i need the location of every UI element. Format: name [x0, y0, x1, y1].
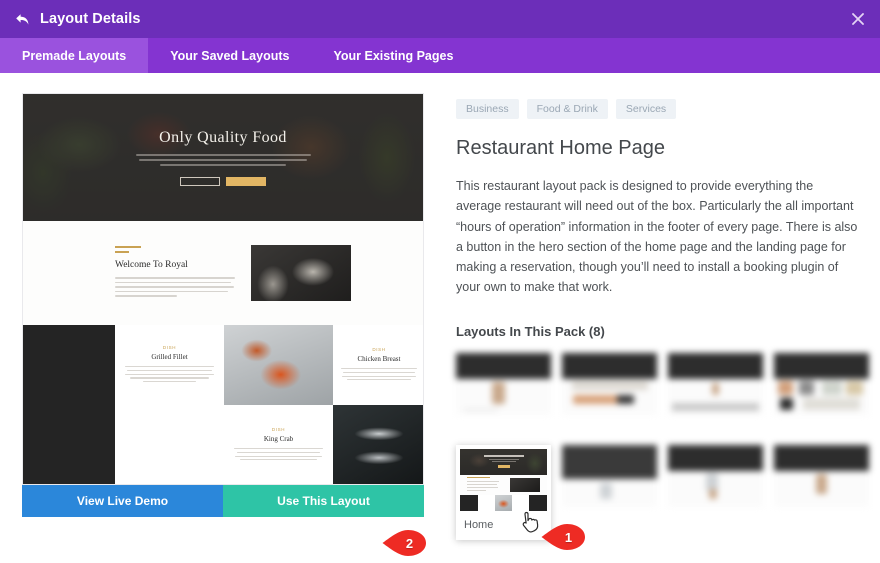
- layout-thumbnail-image: [562, 444, 657, 507]
- layout-thumbnail-label: [668, 507, 763, 524]
- view-live-demo-button[interactable]: View Live Demo: [22, 485, 223, 517]
- layout-pack-description: This restaurant layout pack is designed …: [456, 179, 858, 295]
- preview-welcome-eyebrow: [115, 246, 141, 249]
- layouts-in-pack-heading: Layouts In This Pack (8): [456, 323, 605, 339]
- modal-body: Only Quality Food Welcome To Royal DISH …: [0, 73, 880, 556]
- marker-pin-icon: [382, 528, 428, 558]
- preview-menu-card-tag: DISH: [372, 347, 386, 353]
- preview-action-bar: View Live Demo Use This Layout: [22, 485, 424, 517]
- tab-your-existing-pages[interactable]: Your Existing Pages: [311, 38, 475, 73]
- tab-bar: Premade Layouts Your Saved Layouts Your …: [0, 38, 880, 73]
- preview-menu-photo-fish: [333, 405, 423, 484]
- layout-preview-column: Only Quality Food Welcome To Royal DISH …: [22, 93, 424, 517]
- preview-welcome-photo: [251, 245, 351, 301]
- preview-menu-card: DISH Grilled Fillet: [115, 325, 224, 405]
- layout-thumbnail-home[interactable]: Home: [456, 444, 551, 540]
- layout-thumbnail-4[interactable]: [774, 352, 869, 432]
- preview-menu-photo-mushroom: [115, 405, 224, 484]
- preview-menu-card-tag: DISH: [271, 427, 286, 433]
- marker-number: 2: [405, 535, 414, 551]
- layout-thumbnail-image: [774, 352, 869, 415]
- layout-thumbnail-image: [668, 444, 763, 507]
- layout-thumbnail-1[interactable]: [456, 352, 551, 432]
- layout-thumbnail-grid: Home: [456, 352, 869, 540]
- annotation-marker-2: 2: [382, 528, 428, 558]
- preview-hero-title: Only Quality Food: [159, 129, 287, 146]
- layout-thumbnail-label: [774, 507, 869, 524]
- layout-thumbnail-image: [774, 444, 869, 507]
- layout-thumbnail-8[interactable]: [774, 444, 869, 540]
- preview-hero-button-gold: [226, 177, 266, 186]
- category-chip-services[interactable]: Services: [615, 99, 677, 119]
- layout-thumbnail-label: Home: [464, 518, 494, 531]
- preview-hero-buttons: [180, 177, 266, 186]
- page-title: Layout Details: [40, 11, 141, 27]
- tab-your-saved-layouts[interactable]: Your Saved Layouts: [148, 38, 311, 73]
- back-arrow-icon[interactable]: [14, 11, 30, 27]
- preview-welcome-title: Welcome To Royal: [115, 260, 188, 271]
- preview-menu-card-title: Chicken Breast: [357, 355, 401, 364]
- layout-thumbnail-7[interactable]: [668, 444, 763, 540]
- layout-thumbnail-2[interactable]: [562, 352, 657, 432]
- tab-premade-layouts[interactable]: Premade Layouts: [0, 38, 149, 73]
- category-chip-food-and-drink[interactable]: Food & Drink: [526, 99, 608, 119]
- preview-welcome-section: Welcome To Royal: [23, 221, 423, 325]
- use-this-layout-button[interactable]: Use This Layout: [223, 485, 424, 517]
- layout-thumbnail-label: [562, 415, 657, 432]
- layout-thumbnail-label: [456, 415, 551, 432]
- category-chip-business[interactable]: Business: [456, 99, 519, 119]
- preview-hero-button-outline: [180, 177, 220, 186]
- preview-menu-section: DISH Grilled Fillet DISH King Crab DISH …: [23, 325, 423, 484]
- layout-preview-image: Only Quality Food Welcome To Royal DISH …: [22, 93, 424, 485]
- layout-thumbnail-3[interactable]: [668, 352, 763, 432]
- layout-pack-title: Restaurant Home Page: [456, 137, 666, 159]
- modal-header: Layout Details: [0, 0, 880, 38]
- preview-welcome-text: Welcome To Royal: [115, 246, 235, 300]
- preview-hero-section: Only Quality Food: [23, 94, 423, 221]
- preview-menu-card: DISH Chicken Breast: [333, 325, 423, 405]
- close-icon[interactable]: [836, 0, 880, 38]
- layout-thumbnail-image: [456, 352, 551, 415]
- layout-thumbnail-label: [668, 415, 763, 432]
- preview-menu-card-title: King Crab: [263, 435, 294, 444]
- layout-thumbnail-image: [562, 352, 657, 415]
- preview-menu-card-tag: DISH: [162, 345, 177, 351]
- preview-menu-photo-crab: [224, 325, 333, 405]
- layout-thumbnail-image: [668, 352, 763, 415]
- preview-welcome-eyebrow-short: [115, 251, 129, 254]
- layout-thumbnail-6[interactable]: [562, 444, 657, 540]
- preview-menu-card: DISH King Crab: [224, 405, 333, 484]
- preview-hero-text: [135, 154, 311, 169]
- layout-thumbnail-image: [460, 448, 547, 511]
- layout-thumbnail-label: [562, 507, 657, 524]
- layout-thumbnail-label: [774, 415, 869, 432]
- preview-menu-card-title: Grilled Fillet: [151, 353, 188, 362]
- category-chip-row: Business Food & Drink Services: [456, 99, 858, 119]
- layout-detail-column: Business Food & Drink Services Restauran…: [456, 99, 869, 540]
